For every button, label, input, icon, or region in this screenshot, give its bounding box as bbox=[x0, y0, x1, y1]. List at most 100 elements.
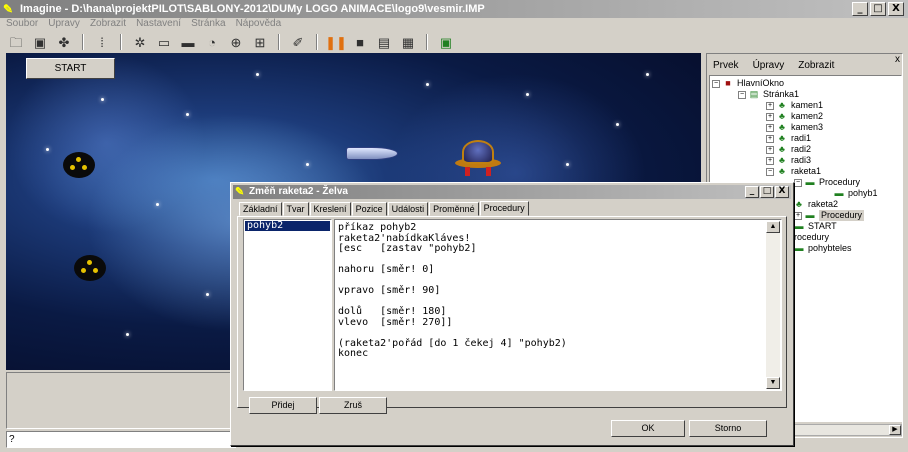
tree-node-pohyb1[interactable]: ▬ pohyb1 bbox=[834, 188, 878, 199]
new-turtle-icon[interactable]: ✲ bbox=[130, 34, 150, 51]
text-tool-icon[interactable]: ⊞ bbox=[250, 34, 270, 51]
toolbar-separator bbox=[316, 34, 318, 50]
maximize-button[interactable]: □ bbox=[870, 2, 886, 16]
scroll-right-icon[interactable]: ▶ bbox=[889, 425, 901, 435]
button-tool-icon[interactable]: ▭ bbox=[154, 34, 174, 51]
scroll-up-icon[interactable]: ▲ bbox=[766, 221, 780, 233]
tree-node-kamen3[interactable]: + ♣ kamen3 bbox=[766, 122, 823, 133]
tree-node-procedury-selected[interactable]: + ▬ Procedury bbox=[794, 210, 865, 221]
tree-node-procedury[interactable]: − ▬ Procedury bbox=[794, 177, 860, 188]
tab-tvar[interactable]: Tvar bbox=[282, 202, 309, 216]
delete-procedure-button[interactable]: Zruš bbox=[319, 397, 387, 414]
turtle-icon: ♣ bbox=[779, 144, 785, 154]
edit-object-icon[interactable]: ✐ bbox=[288, 34, 308, 51]
stone-turtle[interactable] bbox=[63, 152, 95, 178]
star bbox=[46, 148, 49, 151]
step-icon[interactable]: ▤ bbox=[374, 34, 394, 51]
tree-node-hlavniokno[interactable]: − ■ HlavníOkno bbox=[712, 78, 784, 89]
editor-vertical-scrollbar[interactable]: ▲ ▼ bbox=[766, 221, 780, 389]
tab-kresleni[interactable]: Kreslení bbox=[309, 202, 351, 216]
menu-zobrazit-panel[interactable]: Zobrazit bbox=[798, 60, 834, 74]
menu-prvek[interactable]: Prvek bbox=[713, 60, 739, 74]
menu-upravy-panel[interactable]: Úpravy bbox=[753, 60, 785, 74]
menu-stranka[interactable]: Stránka bbox=[191, 18, 225, 32]
expand-icon[interactable]: + bbox=[766, 101, 774, 110]
minimize-button[interactable]: _ bbox=[852, 2, 868, 16]
collapse-icon[interactable]: − bbox=[712, 79, 720, 88]
ok-button[interactable]: OK bbox=[611, 420, 685, 437]
tab-zakladni[interactable]: Základní bbox=[239, 202, 282, 216]
expand-icon[interactable]: + bbox=[766, 156, 774, 165]
star bbox=[206, 293, 209, 296]
menu-nastaveni[interactable]: Nastavení bbox=[136, 18, 181, 32]
memory-icon[interactable]: ▦ bbox=[398, 34, 418, 51]
tree-node-pohybteles[interactable]: ▬ pohybteles bbox=[794, 243, 852, 254]
add-procedure-button[interactable]: Přidej bbox=[249, 397, 317, 414]
tree-node-radi3[interactable]: + ♣ radi3 bbox=[766, 155, 811, 166]
collapse-icon[interactable]: − bbox=[766, 167, 774, 176]
save-icon[interactable]: ▣ bbox=[30, 34, 50, 51]
expand-icon[interactable]: + bbox=[794, 211, 802, 220]
open-folder-icon[interactable]: 🗀 bbox=[6, 34, 26, 51]
expand-icon[interactable]: + bbox=[766, 123, 774, 132]
tab-promenne[interactable]: Proměnné bbox=[429, 202, 479, 216]
tree-node-kamen2[interactable]: + ♣ kamen2 bbox=[766, 111, 823, 122]
star bbox=[156, 203, 159, 206]
grid-icon[interactable]: ⁞ bbox=[92, 34, 112, 51]
tree-node-label: kamen2 bbox=[791, 111, 824, 121]
tree-node-start[interactable]: ▬ START bbox=[794, 221, 837, 232]
dialog-close-button[interactable]: X bbox=[775, 186, 789, 198]
procedure-code-editor[interactable]: příkaz pohyb2 raketa2'nabídkaKláves! [es… bbox=[334, 219, 782, 391]
menu-soubor[interactable]: Soubor bbox=[6, 18, 38, 32]
page-icon: ▤ bbox=[749, 89, 759, 99]
pause-icon[interactable]: ❚❚ bbox=[325, 34, 347, 51]
expand-icon[interactable]: + bbox=[766, 145, 774, 154]
menu-upravy[interactable]: Úpravy bbox=[48, 18, 80, 32]
app-titlebar: ✎ Imagine - D:\hana\projektPILOT\SABLONY… bbox=[0, 0, 908, 18]
procedure-item-selected[interactable]: pohyb2 bbox=[245, 221, 330, 231]
cancel-button[interactable]: Storno bbox=[689, 420, 767, 437]
scroll-down-icon[interactable]: ▼ bbox=[766, 377, 780, 389]
command-line-input[interactable]: ? bbox=[6, 431, 236, 448]
imagine-app-icon: ✎ bbox=[3, 2, 14, 16]
menu-bar: Soubor Úpravy Zobrazit Nastavení Stránka… bbox=[0, 18, 908, 32]
menu-zobrazit[interactable]: Zobrazit bbox=[90, 18, 126, 32]
procedure-list[interactable]: pohyb2 bbox=[243, 219, 332, 391]
tab-pozice[interactable]: Pozice bbox=[351, 202, 387, 216]
tab-procedury[interactable]: Procedury bbox=[479, 201, 529, 216]
tree-node-kamen1[interactable]: + ♣ kamen1 bbox=[766, 100, 823, 111]
menu-napoveda[interactable]: Nápověda bbox=[236, 18, 282, 32]
tree-node-radi1[interactable]: + ♣ radi1 bbox=[766, 133, 811, 144]
rocket-turtle[interactable] bbox=[346, 147, 398, 160]
tab-udalosti[interactable]: Události bbox=[387, 202, 429, 216]
turtle-icon: ♣ bbox=[779, 111, 785, 121]
expand-icon[interactable]: + bbox=[766, 134, 774, 143]
collapse-icon[interactable]: − bbox=[794, 178, 802, 187]
dialog-minimize-button[interactable]: _ bbox=[745, 186, 759, 198]
tree-node-raketa1[interactable]: − ♣ raketa1 bbox=[766, 166, 821, 177]
procedure-code-text[interactable]: příkaz pohyb2 raketa2'nabídkaKláves! [es… bbox=[338, 222, 758, 360]
tree-node-label: radi2 bbox=[791, 144, 812, 154]
turtle-tool-icon[interactable]: ✤ bbox=[54, 34, 74, 51]
stop-icon[interactable]: ■ bbox=[350, 34, 370, 51]
close-button[interactable]: X bbox=[888, 2, 904, 16]
procedures-tab-panel: pohyb2 příkaz pohyb2 raketa2'nabídkaKláv… bbox=[237, 216, 787, 414]
screen-icon[interactable]: ▣ bbox=[436, 34, 456, 51]
shape-tool-icon[interactable]: ◔ bbox=[202, 34, 222, 51]
tree-node-radi2[interactable]: + ♣ radi2 bbox=[766, 144, 811, 155]
tree-node-label: Procedury bbox=[819, 177, 861, 187]
tree-node-procedury-page[interactable]: rocedury bbox=[794, 232, 829, 243]
tree-node-stranka1[interactable]: − ▤ Stránka1 bbox=[738, 89, 799, 100]
start-button[interactable]: START bbox=[26, 58, 115, 79]
tree-node-raketa2[interactable]: ♣ raketa2 bbox=[794, 199, 838, 210]
tree-node-label: pohyb1 bbox=[848, 188, 878, 198]
collapse-icon[interactable]: − bbox=[738, 90, 746, 99]
turtle-icon: ♣ bbox=[779, 122, 785, 132]
ufo-turtle[interactable] bbox=[455, 140, 501, 178]
panel-tool-icon[interactable]: ▬ bbox=[178, 34, 198, 51]
dialog-maximize-button[interactable]: □ bbox=[760, 186, 774, 198]
panel-close-icon[interactable]: x bbox=[895, 54, 900, 65]
slider-tool-icon[interactable]: ⊕ bbox=[226, 34, 246, 51]
expand-icon[interactable]: + bbox=[766, 112, 774, 121]
stone-turtle[interactable] bbox=[74, 255, 106, 281]
